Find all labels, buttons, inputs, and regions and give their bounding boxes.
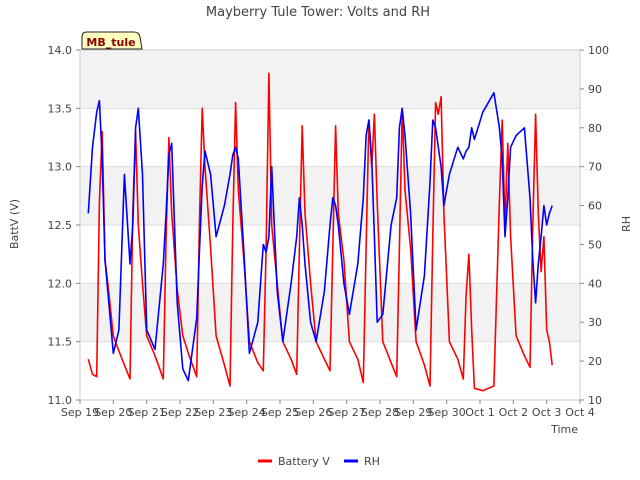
y-tick-label: 12.0 xyxy=(48,277,73,290)
x-axis: Sep 19Sep 20Sep 21Sep 22Sep 23Sep 24Sep … xyxy=(61,400,595,419)
y2-tick-label: 50 xyxy=(588,238,602,251)
background-band xyxy=(80,283,580,342)
y-axis-left: 11.0 11.5 12.0 12.5 13.0 13.5 14.0 xyxy=(48,44,80,407)
chart-title: Mayberry Tule Tower: Volts and RH xyxy=(206,5,430,20)
legend: Battery V RH xyxy=(258,455,380,468)
y-tick-label: 13.0 xyxy=(48,161,73,174)
y2-tick-label: 60 xyxy=(588,200,602,213)
y2-axis-title: RH xyxy=(620,216,633,232)
x-axis-title: Time xyxy=(550,423,578,436)
y-tick-label: 12.5 xyxy=(48,219,73,232)
legend-label: RH xyxy=(364,455,380,468)
x-tick-label: Oct 1 xyxy=(465,406,495,419)
legend-label: Battery V xyxy=(278,455,330,468)
background-band xyxy=(80,50,580,109)
y2-tick-label: 100 xyxy=(588,44,609,57)
x-tick-label: Oct 4 xyxy=(565,406,595,419)
y-tick-label: 13.5 xyxy=(48,102,73,115)
y2-tick-label: 80 xyxy=(588,122,602,135)
x-tick-label: Oct 3 xyxy=(532,406,562,419)
y-tick-label: 14.0 xyxy=(48,44,73,57)
y-tick-label: 11.5 xyxy=(48,336,73,349)
y2-tick-label: 10 xyxy=(588,394,602,407)
x-tick-label: Sep 30 xyxy=(428,406,466,419)
chart: Sep 19Sep 20Sep 21Sep 22Sep 23Sep 24Sep … xyxy=(8,5,633,468)
site-badge: MB_tule xyxy=(81,31,143,50)
y2-tick-label: 20 xyxy=(588,355,602,368)
y-axis-right: 10 20 30 40 50 60 70 80 90 100 xyxy=(580,44,609,407)
y2-tick-label: 70 xyxy=(588,161,602,174)
y2-tick-label: 90 xyxy=(588,83,602,96)
y-axis-title: BattV (V) xyxy=(8,199,21,249)
y-tick-label: 11.0 xyxy=(48,394,73,407)
site-badge-label: MB_tule xyxy=(86,36,135,49)
y2-tick-label: 30 xyxy=(588,316,602,329)
y2-tick-label: 40 xyxy=(588,277,602,290)
x-tick-label: Oct 2 xyxy=(499,406,529,419)
